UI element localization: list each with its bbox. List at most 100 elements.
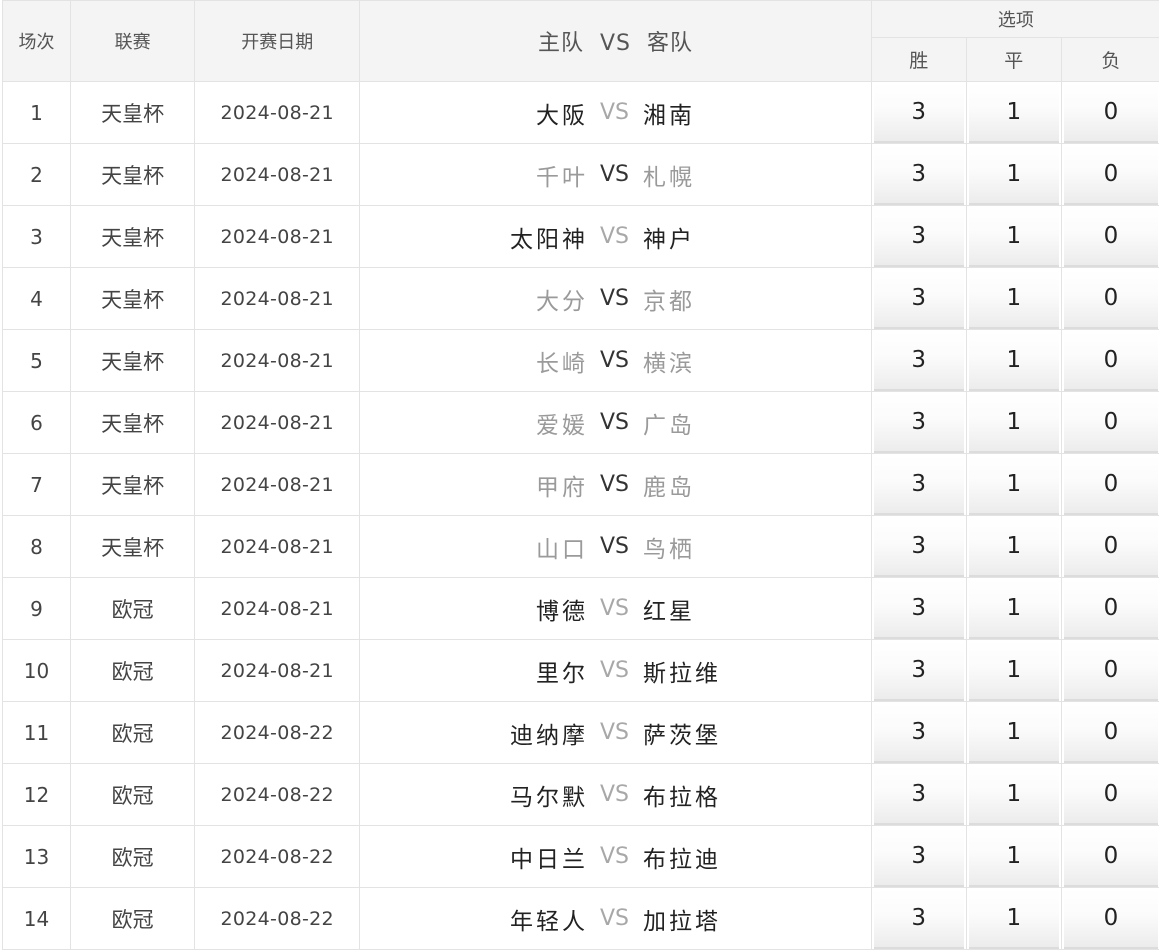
- option-draw-button[interactable]: 1: [969, 269, 1059, 329]
- option-win-button[interactable]: 3: [874, 393, 964, 453]
- table-row: 4天皇杯2024-08-21大分VS京都310: [3, 268, 1159, 330]
- option-loss-button[interactable]: 0: [1064, 455, 1158, 515]
- away-team: 红星: [641, 592, 871, 626]
- option-draw-button[interactable]: 1: [969, 207, 1059, 267]
- option-draw-button[interactable]: 1: [969, 455, 1059, 515]
- match-date: 2024-08-21: [195, 144, 360, 206]
- option-win-button[interactable]: 3: [874, 827, 964, 887]
- option-win-button[interactable]: 3: [874, 207, 964, 267]
- option-draw-button[interactable]: 1: [969, 765, 1059, 825]
- option-loss-cell: 0: [1061, 206, 1159, 268]
- vs-label: VS: [588, 906, 641, 931]
- option-loss-cell: 0: [1061, 330, 1159, 392]
- option-win-button[interactable]: 3: [874, 889, 964, 949]
- option-draw-button[interactable]: 1: [969, 641, 1059, 701]
- option-draw-cell: 1: [966, 640, 1061, 702]
- option-loss-button[interactable]: 0: [1064, 703, 1158, 763]
- header-match: 主队 VS 客队: [360, 1, 871, 82]
- league-name: 天皇杯: [71, 392, 195, 454]
- option-win-button[interactable]: 3: [874, 269, 964, 329]
- option-win-button[interactable]: 3: [874, 331, 964, 391]
- option-draw-cell: 1: [966, 144, 1061, 206]
- option-win-cell: 3: [871, 392, 966, 454]
- away-team: 萨茨堡: [641, 716, 871, 750]
- option-win-cell: 3: [871, 640, 966, 702]
- option-draw-button[interactable]: 1: [969, 145, 1059, 205]
- option-draw-button[interactable]: 1: [969, 331, 1059, 391]
- table-body: 1天皇杯2024-08-21大阪VS湘南3102天皇杯2024-08-21千叶V…: [3, 82, 1159, 950]
- option-draw-button[interactable]: 1: [969, 393, 1059, 453]
- option-draw-button[interactable]: 1: [969, 83, 1059, 143]
- home-team: 博德: [360, 592, 588, 626]
- option-loss-button[interactable]: 0: [1064, 207, 1158, 267]
- option-win-button[interactable]: 3: [874, 765, 964, 825]
- home-team: 山口: [360, 530, 588, 564]
- option-draw-button[interactable]: 1: [969, 889, 1059, 949]
- away-team: 湘南: [641, 96, 871, 130]
- vs-label: VS: [588, 720, 641, 745]
- option-loss-cell: 0: [1061, 392, 1159, 454]
- league-name: 欧冠: [71, 764, 195, 826]
- option-win-button[interactable]: 3: [874, 83, 964, 143]
- away-team: 鹿岛: [641, 468, 871, 502]
- table-row: 14欧冠2024-08-22年轻人VS加拉塔310: [3, 888, 1159, 950]
- match-date: 2024-08-22: [195, 764, 360, 826]
- header-home: 主队: [538, 31, 584, 56]
- header-index: 场次: [3, 1, 71, 82]
- option-loss-button[interactable]: 0: [1064, 579, 1158, 639]
- option-loss-button[interactable]: 0: [1064, 83, 1158, 143]
- option-loss-button[interactable]: 0: [1064, 269, 1158, 329]
- away-team: 加拉塔: [641, 902, 871, 936]
- league-name: 天皇杯: [71, 516, 195, 578]
- option-draw-button[interactable]: 1: [969, 827, 1059, 887]
- option-draw-button[interactable]: 1: [969, 517, 1059, 577]
- option-loss-button[interactable]: 0: [1064, 517, 1158, 577]
- option-loss-button[interactable]: 0: [1064, 827, 1158, 887]
- vs-label: VS: [588, 782, 641, 807]
- option-draw-button[interactable]: 1: [969, 579, 1059, 639]
- match-date: 2024-08-21: [195, 640, 360, 702]
- option-loss-button[interactable]: 0: [1064, 145, 1158, 205]
- match-teams: 年轻人VS加拉塔: [360, 888, 871, 950]
- home-team: 大分: [360, 282, 588, 316]
- league-name: 欧冠: [71, 578, 195, 640]
- home-team: 中日兰: [360, 840, 588, 874]
- option-win-button[interactable]: 3: [874, 145, 964, 205]
- vs-label: VS: [588, 286, 641, 311]
- table-row: 2天皇杯2024-08-21千叶VS札幌310: [3, 144, 1159, 206]
- table-row: 7天皇杯2024-08-21甲府VS鹿岛310: [3, 454, 1159, 516]
- table-row: 6天皇杯2024-08-21爱媛VS广岛310: [3, 392, 1159, 454]
- match-teams: 太阳神VS神户: [360, 206, 871, 268]
- option-win-button[interactable]: 3: [874, 641, 964, 701]
- option-win-button[interactable]: 3: [874, 579, 964, 639]
- match-date: 2024-08-21: [195, 578, 360, 640]
- league-name: 天皇杯: [71, 454, 195, 516]
- table-row: 12欧冠2024-08-22马尔默VS布拉格310: [3, 764, 1159, 826]
- option-draw-cell: 1: [966, 888, 1061, 950]
- match-teams: 爱媛VS广岛: [360, 392, 871, 454]
- home-team: 年轻人: [360, 902, 588, 936]
- option-win-button[interactable]: 3: [874, 517, 964, 577]
- match-index: 1: [3, 82, 71, 144]
- home-team: 大阪: [360, 96, 588, 130]
- vs-label: VS: [588, 472, 641, 497]
- vs-label: VS: [588, 844, 641, 869]
- match-teams: 大分VS京都: [360, 268, 871, 330]
- header-league: 联赛: [71, 1, 195, 82]
- home-team: 迪纳摩: [360, 716, 588, 750]
- option-win-button[interactable]: 3: [874, 455, 964, 515]
- vs-label: VS: [588, 224, 641, 249]
- option-loss-button[interactable]: 0: [1064, 889, 1158, 949]
- option-loss-button[interactable]: 0: [1064, 765, 1158, 825]
- option-win-cell: 3: [871, 826, 966, 888]
- away-team: 布拉格: [641, 778, 871, 812]
- option-draw-button[interactable]: 1: [969, 703, 1059, 763]
- option-loss-button[interactable]: 0: [1064, 331, 1158, 391]
- option-loss-button[interactable]: 0: [1064, 393, 1158, 453]
- home-team: 马尔默: [360, 778, 588, 812]
- option-win-button[interactable]: 3: [874, 703, 964, 763]
- table-row: 13欧冠2024-08-22中日兰VS布拉迪310: [3, 826, 1159, 888]
- option-loss-button[interactable]: 0: [1064, 641, 1158, 701]
- option-loss-cell: 0: [1061, 702, 1159, 764]
- match-teams: 山口VS鸟栖: [360, 516, 871, 578]
